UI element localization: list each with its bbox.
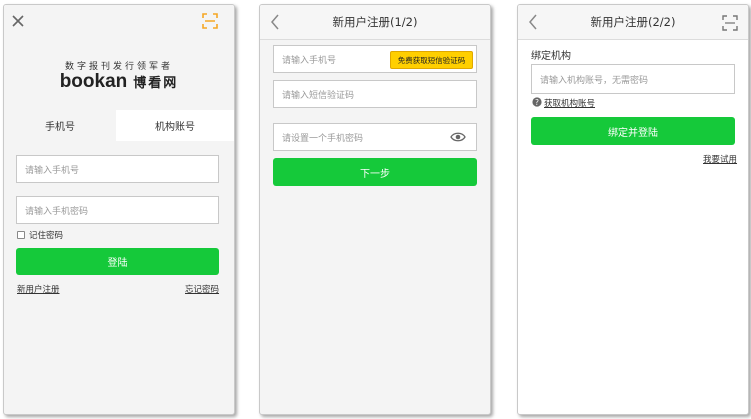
- set-password-input[interactable]: 请设置一个手机密码: [273, 123, 477, 151]
- register2-topbar: 新用户注册(2/2): [518, 5, 748, 40]
- org-account-input[interactable]: 请输入机构账号，无需密码: [531, 64, 735, 94]
- login-topbar: [4, 5, 234, 39]
- remember-checkbox[interactable]: [17, 231, 25, 239]
- bind-org-label: 绑定机构: [531, 51, 571, 62]
- remember-label: 记住密码: [29, 231, 64, 241]
- help-icon: ?: [532, 97, 542, 107]
- register-step2-screen: 新用户注册(2/2) 绑定机构 请输入机构账号，无需密码 ? 获取机构账号 绑定…: [517, 4, 749, 415]
- bind-and-login-button[interactable]: 绑定并登陆: [531, 117, 735, 145]
- register-step1-screen: 新用户注册(1/2) 请输入手机号 免费获取短信验证码 请输入短信验证码 请设置…: [259, 4, 491, 415]
- password-input[interactable]: 请输入手机密码: [16, 196, 219, 224]
- get-org-account-link[interactable]: 获取机构账号: [544, 97, 595, 109]
- register-link[interactable]: 新用户注册: [17, 283, 60, 295]
- eye-icon[interactable]: [450, 131, 466, 143]
- tab-org-account[interactable]: 机构账号: [116, 110, 234, 141]
- svg-text:?: ?: [535, 98, 539, 107]
- phone-input[interactable]: 请输入手机号: [16, 155, 219, 183]
- scan-icon[interactable]: [202, 13, 218, 29]
- brand-cn: 博看网: [133, 76, 179, 91]
- page-title: 新用户注册(2/2): [590, 15, 676, 29]
- scan-icon[interactable]: [722, 15, 738, 31]
- brand-logo: bookan 博看网: [4, 71, 234, 93]
- trial-link[interactable]: 我要试用: [703, 153, 737, 165]
- login-screen: 数字报刊发行领军者 bookan 博看网 手机号 机构账号 请输入手机号 请输入手…: [3, 4, 235, 415]
- tab-phone[interactable]: 手机号: [4, 110, 116, 141]
- login-button[interactable]: 登陆: [16, 248, 219, 275]
- brand-en: bookan: [59, 71, 128, 92]
- page-title: 新用户注册(1/2): [332, 15, 418, 29]
- login-tabs: 手机号 机构账号: [4, 110, 234, 141]
- close-icon[interactable]: [12, 15, 24, 27]
- register1-topbar: 新用户注册(1/2): [260, 5, 490, 40]
- next-step-button[interactable]: 下一步: [273, 158, 477, 186]
- get-sms-code-button[interactable]: 免费获取短信验证码: [390, 51, 473, 69]
- forgot-password-link[interactable]: 忘记密码: [185, 283, 219, 295]
- sms-code-input[interactable]: 请输入短信验证码: [273, 80, 477, 108]
